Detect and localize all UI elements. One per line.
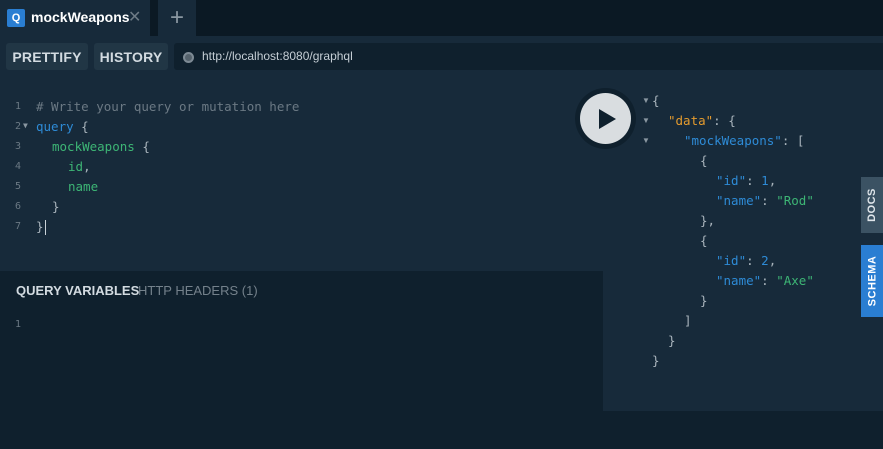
query-code: id, <box>68 159 91 174</box>
add-tab-button[interactable]: + <box>158 0 196 36</box>
result-line: "name": "Axe" <box>716 273 814 293</box>
name-value: "Axe" <box>776 273 814 288</box>
bracket: ] <box>684 313 692 328</box>
tab-http-headers[interactable]: HTTP HEADERS (1) <box>138 283 258 298</box>
comma: , <box>83 159 91 174</box>
brace: { <box>700 153 708 168</box>
id-value: 1 <box>761 173 769 188</box>
comma: , <box>768 173 777 188</box>
tab-mockweapons[interactable]: Q mockWeapons ✕ <box>0 0 150 36</box>
colon: : <box>746 173 762 188</box>
colon: : <box>761 273 777 288</box>
punct: : [ <box>781 133 805 148</box>
name-value: "Rod" <box>776 193 814 208</box>
prettify-button[interactable]: PRETTIFY <box>6 43 88 70</box>
result-line: { <box>652 93 660 113</box>
result-line: } <box>700 293 708 313</box>
docs-tab[interactable]: DOCS <box>861 177 883 233</box>
field-name: name <box>68 179 99 194</box>
fold-arrow-icon[interactable]: ▼ <box>642 96 650 105</box>
brace: { <box>700 233 708 248</box>
query-comment: # Write your query or mutation here <box>36 99 300 114</box>
close-icon[interactable]: ✕ <box>128 7 141 27</box>
query-badge-icon: Q <box>7 9 25 27</box>
brace: } <box>652 353 660 368</box>
brace: } <box>52 199 60 214</box>
colon: : <box>761 193 777 208</box>
result-line: "name": "Rod" <box>716 193 814 213</box>
query-code: } <box>36 219 46 235</box>
tab-bar: Q mockWeapons ✕ + <box>0 0 883 36</box>
schema-tab[interactable]: SCHEMA <box>861 245 883 317</box>
result-line: "id": 2, <box>716 253 776 273</box>
text-cursor <box>44 220 46 235</box>
brace: { <box>652 93 660 108</box>
fold-arrow-icon[interactable]: ▼ <box>642 136 650 145</box>
line-number: 4 <box>14 161 21 172</box>
run-query-button[interactable] <box>575 88 636 149</box>
punct: : { <box>713 113 736 128</box>
query-code: mockWeapons { <box>52 139 150 154</box>
line-number: 2 <box>14 121 21 132</box>
result-line: { <box>700 153 708 173</box>
field-id: id <box>68 159 84 174</box>
fold-arrow-icon[interactable]: ▼ <box>642 116 650 125</box>
result-line: }, <box>700 213 715 233</box>
brace: } <box>36 219 44 234</box>
name-key: "name" <box>716 273 762 288</box>
docs-tab-label: DOCS <box>866 188 878 222</box>
line-number: 7 <box>14 221 21 232</box>
result-line: } <box>652 353 660 373</box>
query-keyword: query <box>36 119 74 134</box>
line-number: 3 <box>14 141 21 152</box>
query-editor[interactable]: 1 # Write your query or mutation here 2 … <box>0 80 603 271</box>
id-value: 2 <box>761 253 769 268</box>
name-key: "name" <box>716 193 762 208</box>
status-dot-icon <box>183 52 194 63</box>
brace: { <box>81 119 89 134</box>
data-key: "data" <box>668 113 714 128</box>
history-button[interactable]: HISTORY <box>94 43 168 70</box>
endpoint-url-input[interactable]: http://localhost:8080/graphql <box>174 43 883 70</box>
code-line: 7 } <box>0 218 603 238</box>
result-line: ] <box>684 313 692 333</box>
toolbar: PRETTIFY HISTORY http://localhost:8080/g… <box>0 36 883 80</box>
line-number: 5 <box>14 181 21 192</box>
run-button-face[interactable] <box>580 93 631 144</box>
id-key: "id" <box>716 253 747 268</box>
result-line: "id": 1, <box>716 173 776 193</box>
brace: } <box>700 293 708 308</box>
id-key: "id" <box>716 173 747 188</box>
field-mockweapons: mockWeapons <box>52 139 135 154</box>
mockweapons-key: "mockWeapons" <box>684 133 782 148</box>
brace: } <box>668 333 676 348</box>
result-line: { <box>700 233 708 253</box>
query-code: query { <box>36 119 89 134</box>
code-line: 5 name <box>0 178 603 198</box>
line-number: 1 <box>14 319 21 330</box>
tab-title: mockWeapons <box>31 9 130 25</box>
result-line: "data": { <box>668 113 736 133</box>
code-line: 6 } <box>0 198 603 218</box>
play-icon <box>599 108 616 129</box>
code-line: 2 ▼ query { <box>0 118 603 138</box>
result-pane: { ▼ "data": { ▼ "mockWeapons": [ ▼ { "id… <box>603 80 883 411</box>
endpoint-url-text: http://localhost:8080/graphql <box>202 49 353 63</box>
code-line: 4 id, <box>0 158 603 178</box>
code-line: 1 # Write your query or mutation here <box>0 98 603 118</box>
variables-pane: QUERY VARIABLES HTTP HEADERS (1) 1 <box>0 271 603 449</box>
line-number: 6 <box>14 201 21 212</box>
colon: : <box>746 253 762 268</box>
comma: , <box>768 253 777 268</box>
schema-tab-label: SCHEMA <box>866 255 879 307</box>
fold-arrow-icon[interactable]: ▼ <box>23 121 28 130</box>
brace: }, <box>700 213 716 228</box>
line-number: 1 <box>14 101 21 112</box>
brace: { <box>142 139 150 154</box>
tab-query-variables[interactable]: QUERY VARIABLES <box>16 283 139 298</box>
result-line: } <box>668 333 676 353</box>
result-line: "mockWeapons": [ <box>684 133 804 153</box>
code-line: 3 mockWeapons { <box>0 138 603 158</box>
